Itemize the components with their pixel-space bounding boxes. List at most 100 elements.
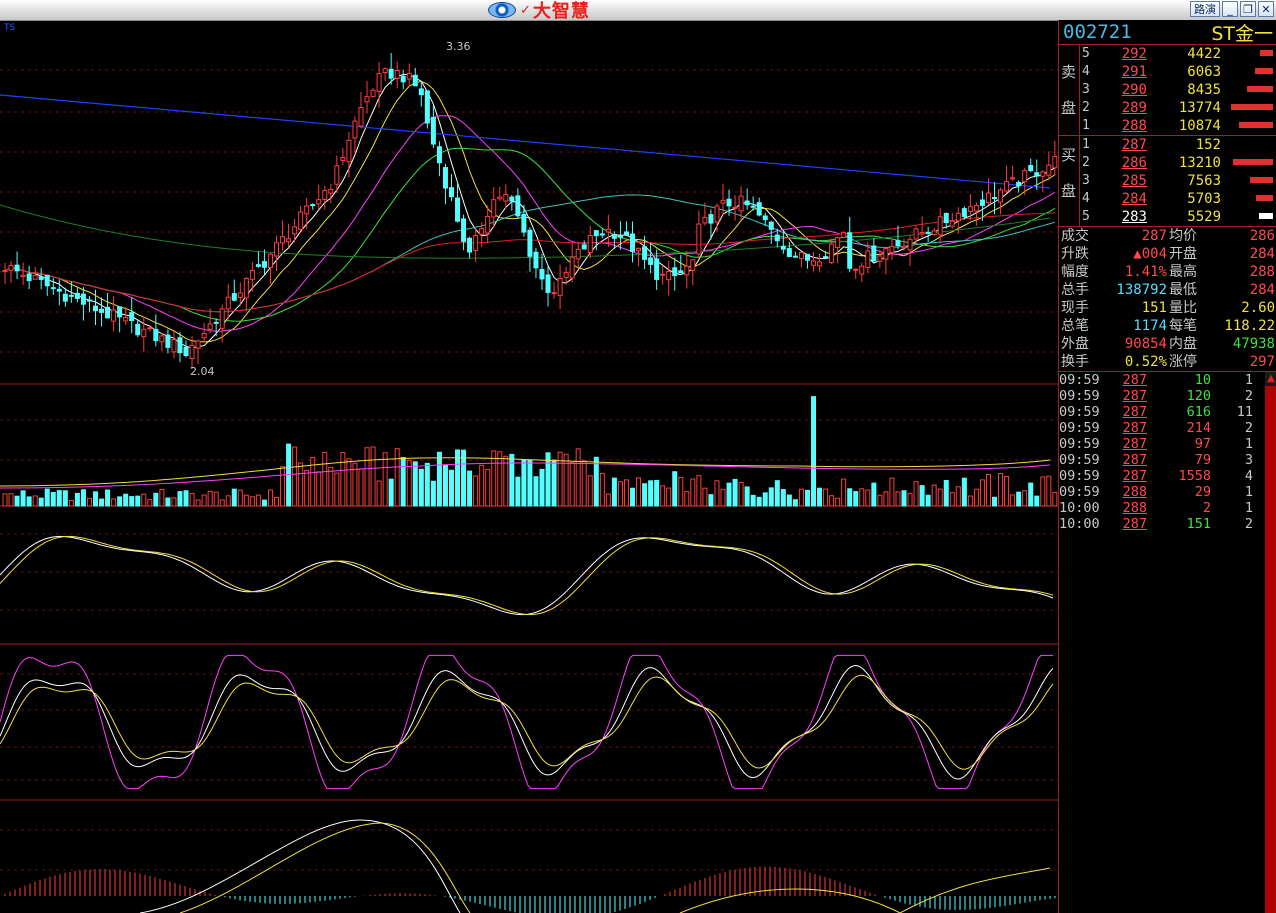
sell-row[interactable]: 3 290 8435 — [1059, 81, 1276, 99]
candle-body — [889, 245, 895, 253]
volume-bar — [786, 494, 792, 507]
candle-body — [129, 312, 135, 321]
stat-label: 外盘 — [1061, 336, 1089, 352]
volume-bar — [811, 396, 817, 507]
stat-label: 最低 — [1169, 282, 1197, 298]
panel-label: TS — [3, 23, 15, 33]
candle-body — [467, 237, 473, 253]
minimize-icon[interactable]: _ — [1222, 1, 1238, 17]
volume-bar — [418, 468, 424, 507]
volume-bar — [762, 492, 768, 507]
candle-body — [1034, 172, 1040, 177]
volume-bar — [382, 452, 388, 507]
volume-bar — [1034, 495, 1040, 507]
buy-level: 5 — [1082, 209, 1090, 224]
sell-row[interactable]: 2 289 13774 — [1059, 99, 1276, 117]
buy-level: 4 — [1082, 191, 1090, 206]
tick-row[interactable]: 09:59 287 97 1 — [1059, 436, 1276, 452]
candle-body — [949, 220, 955, 227]
tick-row[interactable]: 09:59 287 214 2 — [1059, 420, 1276, 436]
close-icon[interactable]: ✕ — [1258, 1, 1274, 17]
candle-body — [992, 197, 998, 200]
sell-volume: 13774 — [1178, 100, 1221, 116]
candle-body — [400, 75, 406, 83]
stock-code: 002721 — [1063, 21, 1132, 43]
volume-bar — [231, 488, 237, 507]
volume-bar — [68, 499, 74, 507]
volume-bar — [563, 453, 569, 507]
volume-bar — [672, 471, 678, 507]
volume-bar — [400, 457, 406, 507]
tick-row[interactable]: 09:59 288 29 1 — [1059, 484, 1276, 500]
volume-bar — [714, 480, 720, 507]
stat-label: 内盘 — [1169, 336, 1197, 352]
buy-row[interactable]: 3 285 7563 — [1059, 172, 1276, 190]
buy-row[interactable]: 5 283 5529 — [1059, 208, 1276, 226]
tick-row[interactable]: 10:00 287 151 2 — [1059, 516, 1276, 532]
tick-row[interactable]: 09:59 287 120 2 — [1059, 388, 1276, 404]
buy-volume: 5529 — [1187, 209, 1221, 225]
candle-body — [931, 230, 937, 236]
candle-body — [865, 250, 871, 269]
tick-volume: 120 — [1186, 388, 1211, 404]
restore-icon[interactable]: ❐ — [1240, 1, 1256, 17]
tick-scrollbar[interactable]: ▲ — [1265, 372, 1276, 913]
volume-bar — [859, 488, 865, 507]
buy-row[interactable]: 2 286 13210 — [1059, 154, 1276, 172]
sell-price: 289 — [1121, 100, 1147, 116]
volume-bar — [744, 486, 750, 507]
volume-bar — [111, 498, 117, 507]
stats-row: 现手 151 量比 2.60 — [1059, 299, 1276, 317]
tick-row[interactable]: 09:59 287 79 3 — [1059, 452, 1276, 468]
stat-label: 涨停 — [1169, 354, 1197, 370]
volume-bar — [798, 488, 804, 507]
candle-body — [780, 245, 786, 250]
sell-row[interactable]: 5 292 4422 — [1059, 45, 1276, 63]
sell-row[interactable]: 1 288 10874 — [1059, 117, 1276, 135]
tick-row[interactable]: 10:00 288 2 1 — [1059, 500, 1276, 516]
candle-body — [515, 195, 521, 217]
candle-body — [961, 208, 967, 217]
candle-body — [135, 323, 141, 336]
scroll-up-icon[interactable]: ▲ — [1265, 372, 1276, 386]
buy-row[interactable]: 4 284 5703 — [1059, 190, 1276, 208]
moving-average-line — [4, 80, 1056, 343]
tick-list[interactable]: 09:59 287 10 1 09:59 287 120 2 09:59 287 616 11 09:5… — [1059, 371, 1276, 532]
stats-row: 外盘 90854 内盘 47938 — [1059, 335, 1276, 353]
candle-body — [50, 287, 56, 290]
tick-row[interactable]: 09:59 287 616 11 — [1059, 404, 1276, 420]
volume-bar — [1004, 476, 1010, 507]
kline-chart-area[interactable]: TS 3.36 2.04 — [0, 20, 1058, 913]
candle-body — [714, 205, 720, 223]
volume-bar — [629, 487, 635, 507]
stat-value: 151 — [1141, 300, 1167, 316]
candle-body — [340, 157, 346, 161]
tick-row[interactable]: 09:59 287 1558 4 — [1059, 468, 1276, 484]
candle-body — [189, 344, 195, 359]
candle-body — [56, 288, 62, 292]
volume-bar — [913, 481, 919, 507]
candle-body — [551, 292, 557, 295]
candle-body — [756, 202, 762, 216]
tick-time: 09:59 — [1059, 420, 1100, 436]
candle-body — [1040, 171, 1046, 177]
candle-body — [823, 256, 829, 259]
candle-body — [231, 293, 237, 301]
tick-price: 287 — [1122, 436, 1147, 452]
stat-label: 升跌 — [1061, 246, 1089, 262]
route-button[interactable]: 路演 — [1190, 1, 1220, 17]
candle-body — [907, 238, 913, 251]
volume-bar — [237, 489, 243, 507]
candle-body — [2, 269, 8, 272]
tick-row[interactable]: 09:59 287 10 1 — [1059, 372, 1276, 388]
candle-body — [750, 205, 756, 208]
sell-row[interactable]: 4 291 6063 — [1059, 63, 1276, 81]
tick-time: 09:59 — [1059, 468, 1100, 484]
volume-bar — [14, 495, 20, 507]
candle-body — [448, 187, 454, 198]
candle-body — [382, 68, 388, 74]
buy-row[interactable]: 1 287 152 — [1059, 136, 1276, 154]
volume-bar — [50, 491, 56, 507]
volume-bar — [623, 479, 629, 507]
volume-bar — [213, 491, 219, 507]
